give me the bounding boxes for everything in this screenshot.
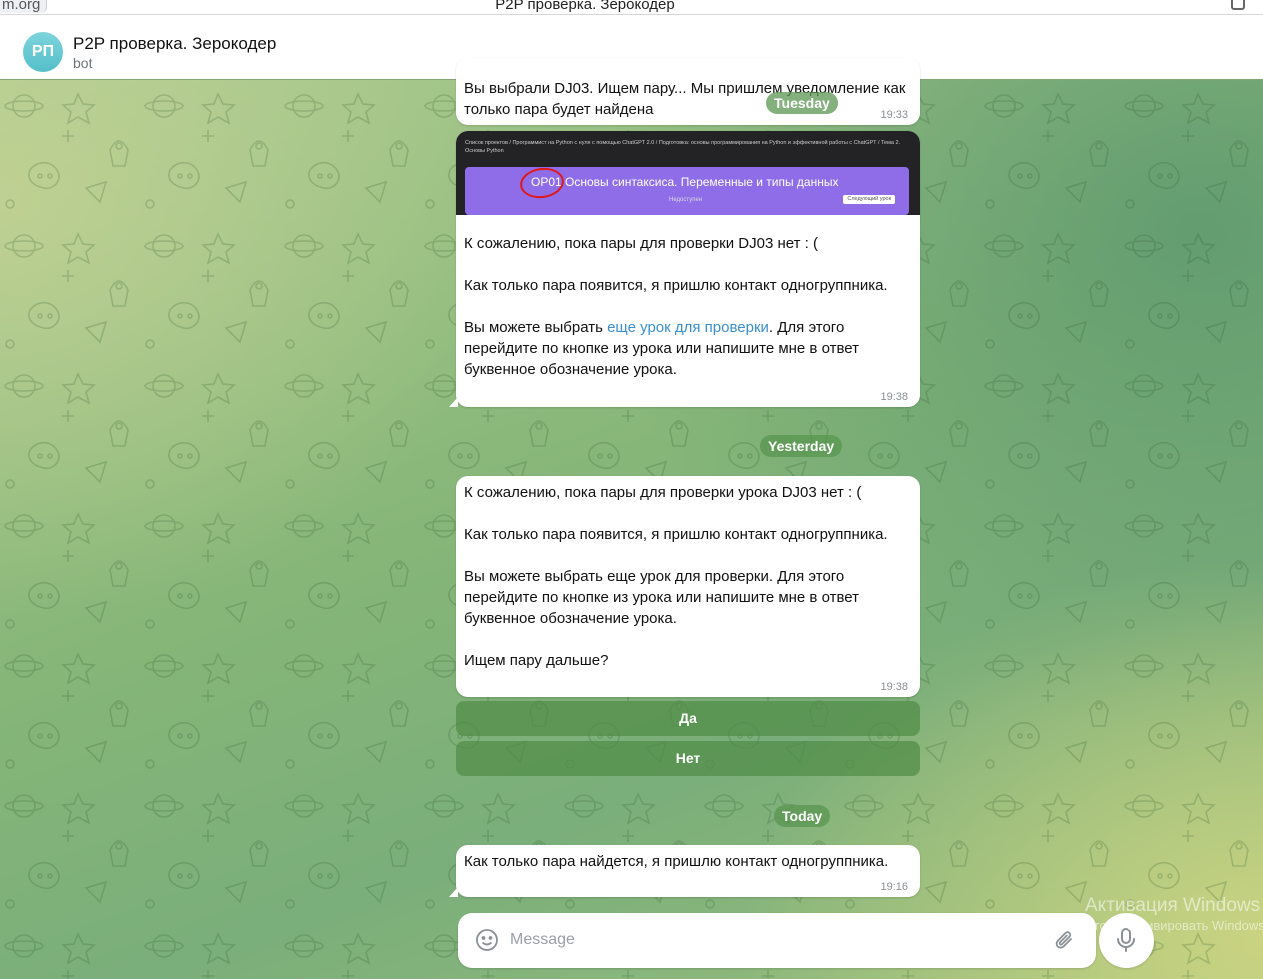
preview-lesson-heading: OP01 Основы синтаксиса. Переменные и тип… xyxy=(531,175,839,189)
message-text: К сожалению, пока пары для проверки DJ03… xyxy=(456,227,920,380)
preview-next-button: Следующий урок xyxy=(843,195,895,204)
message-text: Вы выбрали DJ03. Ищем пару... Мы пришлем… xyxy=(464,80,906,118)
date-separator-tuesday: Tuesday xyxy=(766,92,838,114)
preview-lesson-status: Недоступен xyxy=(669,197,703,203)
window-title: P2P проверка. Зерокодер xyxy=(495,0,675,13)
windows-activation-watermark: Активация Windows Чтобы активировать Win… xyxy=(1085,895,1263,933)
message-bubble[interactable]: Как только пара найдется, я пришлю конта… xyxy=(449,845,920,897)
chat-subtitle: bot xyxy=(73,55,93,71)
screenshot-preview[interactable]: Список проектов / Программист на Python … xyxy=(456,131,920,215)
bubble-tail xyxy=(449,397,458,407)
message-time: 19:16 xyxy=(880,881,908,893)
message-bubble[interactable]: Вы выбрали DJ03. Ищем пару... Мы пришлем… xyxy=(456,58,920,125)
browser-title-strip: m.org P2P проверка. Зерокодер xyxy=(0,0,1263,15)
message-composer[interactable]: Message xyxy=(458,913,1096,968)
message-time: 19:38 xyxy=(880,391,908,403)
paperclip-icon[interactable] xyxy=(1052,928,1076,957)
message-text: К сожалению, пока пары для проверки урок… xyxy=(464,484,888,669)
chat-title[interactable]: P2P проверка. Зерокодер xyxy=(73,34,276,54)
message-bubble[interactable]: Список проектов / Программист на Python … xyxy=(449,131,920,407)
reply-button-yes[interactable]: Да xyxy=(456,701,920,736)
smile-icon[interactable] xyxy=(475,928,499,957)
message-time: 19:33 xyxy=(880,109,908,121)
date-separator-today: Today xyxy=(774,805,831,827)
reply-button-no[interactable]: Нет xyxy=(456,741,920,776)
message-time: 19:38 xyxy=(880,681,908,693)
bubble-tail xyxy=(449,887,458,897)
date-separator-yesterday: Yesterday xyxy=(760,435,843,457)
watermark-line2: Чтобы активировать Windows xyxy=(1085,918,1263,933)
bookmark-icon[interactable] xyxy=(1231,0,1245,10)
avatar[interactable]: РП xyxy=(23,32,63,72)
message-text: Как только пара найдется, я пришлю конта… xyxy=(464,853,889,870)
choose-lesson-link[interactable]: еще урок для проверки xyxy=(607,319,769,336)
message-bubble[interactable]: К сожалению, пока пары для проверки урок… xyxy=(456,476,920,697)
watermark-line1: Активация Windows xyxy=(1085,895,1261,916)
message-input[interactable]: Message xyxy=(510,931,575,949)
preview-breadcrumb: Список проектов / Программист на Python … xyxy=(465,140,901,154)
